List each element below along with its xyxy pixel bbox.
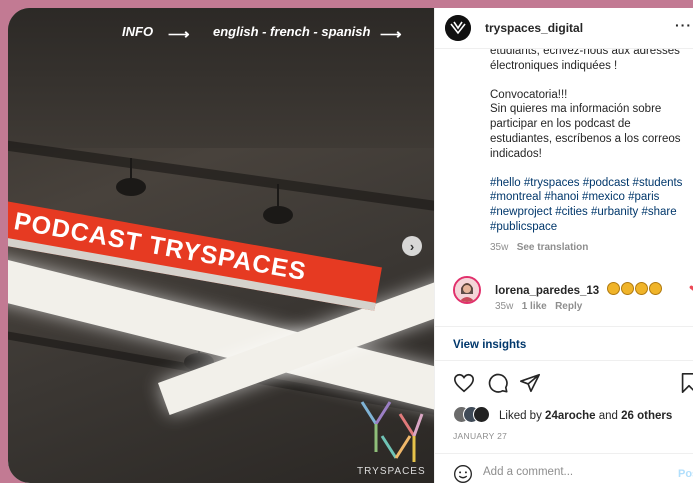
caption-age: 35w (490, 241, 509, 253)
comment-text: lorena_paredes_13 (495, 282, 663, 297)
bookmark-icon[interactable] (679, 372, 693, 394)
ceiling-lamp (116, 178, 146, 196)
see-translation-button[interactable]: See translation (517, 242, 589, 253)
chevron-right-icon: › (409, 238, 415, 254)
add-comment-bar: Post (453, 464, 693, 483)
logo-text: TRYSPACES (357, 466, 426, 477)
divider (435, 453, 693, 454)
post-header: tryspaces_digital ··· (435, 8, 693, 49)
post-date: JANUARY 27 (453, 431, 508, 441)
next-image-button[interactable]: › (402, 236, 422, 256)
comment-like-count[interactable]: 1 like (522, 301, 547, 312)
likes-summary: Liked by 24aroche and 26 others (499, 410, 672, 422)
liked-by-prefix: Liked by (499, 410, 542, 422)
liked-by-others[interactable]: 26 others (621, 410, 672, 422)
lamp-rod (277, 184, 279, 208)
username-link[interactable]: tryspaces_digital (485, 21, 583, 35)
post-side-panel: tryspaces_digital ··· étudiants, écrivez… (434, 8, 693, 483)
comment-meta: 35w 1 like Reply (495, 301, 582, 312)
languages-label: english - french - spanish (213, 24, 371, 39)
divider (435, 326, 693, 327)
caption-hashtags[interactable]: #hello #tryspaces #podcast #students #mo… (490, 176, 688, 235)
heart-icon[interactable] (453, 372, 475, 394)
caption-spanish-title: Convocatoria!!! (490, 88, 568, 101)
liked-by-and: and (598, 410, 618, 422)
heart-icon[interactable]: ❤ (689, 284, 693, 295)
avatar[interactable] (453, 276, 481, 304)
clap-emoji-icon (606, 282, 663, 297)
arrow-right-icon: ⟶ (380, 26, 402, 43)
post-actions (453, 372, 693, 396)
info-label: INFO (122, 24, 154, 39)
comment-age: 35w (495, 301, 514, 312)
avatar[interactable] (445, 15, 471, 41)
comment-username[interactable]: lorena_paredes_13 (495, 285, 599, 297)
lamp-rod (130, 158, 132, 180)
user-avatar-icon (455, 278, 479, 302)
post-comment-button[interactable]: Post (678, 468, 693, 480)
comment-icon[interactable] (487, 372, 509, 394)
caption-spanish-body: Sin quieres ma información sobre partici… (490, 103, 681, 160)
liked-by-user[interactable]: 24aroche (545, 410, 596, 422)
ceiling-beam (8, 138, 434, 218)
arrow-right-icon: ⟶ (168, 26, 190, 43)
comment-input[interactable] (483, 466, 663, 478)
reply-button[interactable]: Reply (555, 301, 582, 312)
post-caption: étudiants, écrivez-nous aux adresses éle… (490, 44, 688, 256)
share-icon[interactable] (519, 372, 541, 394)
ceiling-lamp (263, 206, 293, 224)
liked-by-avatars[interactable] (453, 406, 493, 423)
account-logo-icon (445, 15, 471, 41)
more-options-button[interactable]: ··· (675, 17, 692, 33)
photo-overlay-text: INFO ⟶ english - french - spanish ⟶ (8, 20, 434, 44)
post-photo[interactable]: PODCAST TRYSPACES INFO ⟶ english - frenc… (8, 8, 434, 483)
emoji-icon[interactable] (453, 464, 473, 483)
divider (435, 360, 693, 361)
view-insights-link[interactable]: View insights (453, 339, 526, 351)
post-frame: PODCAST TRYSPACES INFO ⟶ english - frenc… (8, 8, 693, 483)
